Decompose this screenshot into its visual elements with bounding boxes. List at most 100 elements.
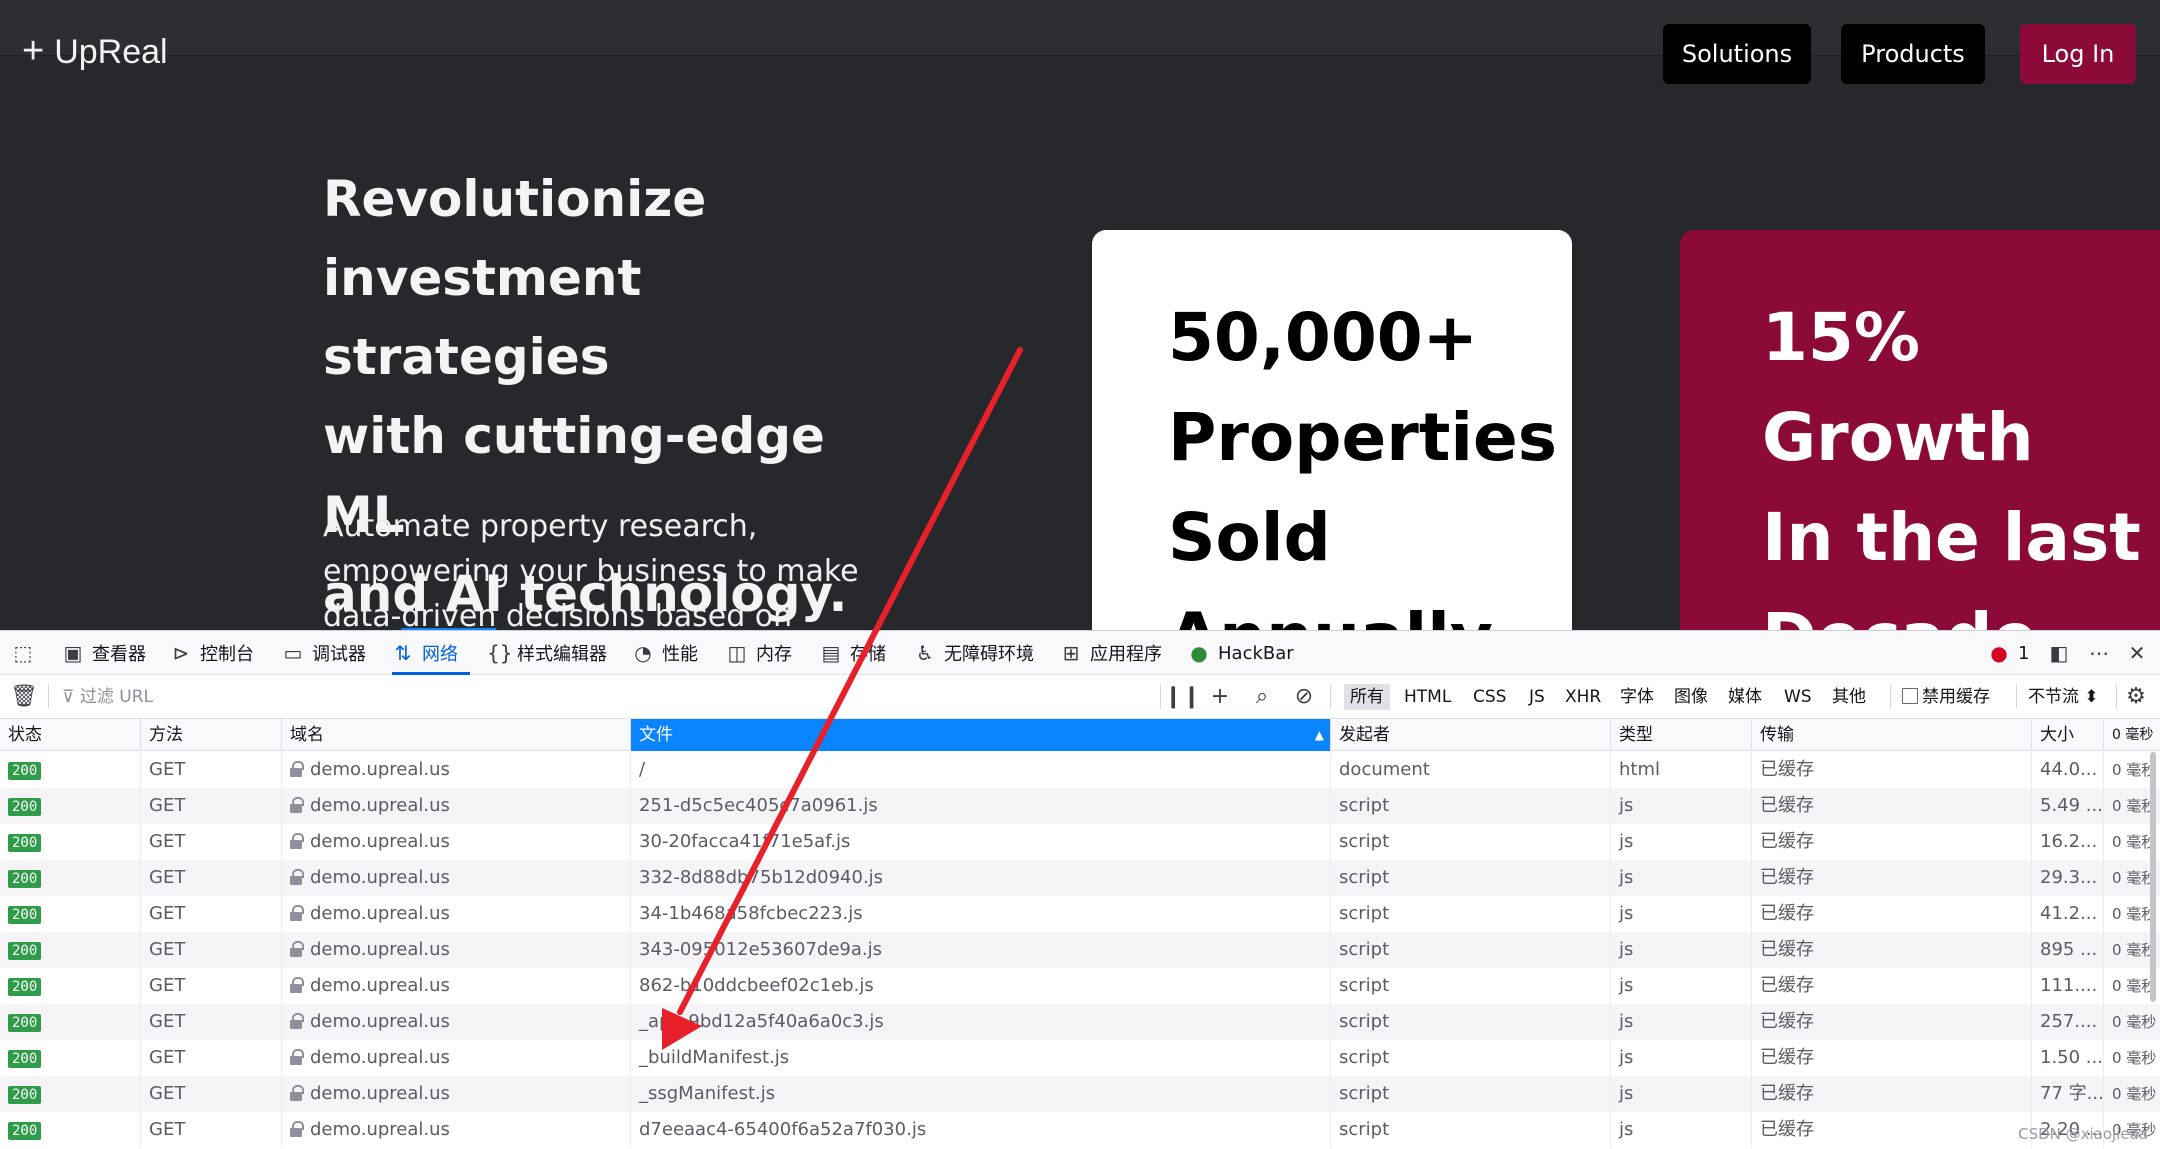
lock-icon: [290, 1121, 304, 1137]
cell-status: 200: [0, 824, 140, 860]
hero-subtitle-word: data-: [323, 599, 402, 630]
solutions-button[interactable]: Solutions: [1663, 24, 1811, 84]
tab-memory[interactable]: ◫ 内存: [726, 639, 792, 667]
cell-transferred: 已缓存: [1751, 896, 2031, 932]
devtools-panel: ⬚ ▣ 查看器 ⊳ 控制台 ▭ 调试器 ⇅ 网络 {} 样式编辑器 ◔ 性能 ◫ 内存 ▤ 存储…: [0, 630, 2160, 1149]
tab-network[interactable]: ⇅ 网络: [392, 639, 458, 667]
table-row[interactable]: 200 GET demo.upreal.us d7eeaac4-65400f6a52a…: [0, 1112, 2160, 1148]
table-row[interactable]: 200 GET demo.upreal.us / document html 已缓存 44.0…: [0, 752, 2160, 788]
cell-method: GET: [140, 1040, 281, 1076]
status-badge: 200: [8, 870, 42, 888]
cell-type: js: [1610, 968, 1751, 1004]
cell-method: GET: [140, 1112, 281, 1148]
stat-label: Sold: [1168, 499, 1331, 576]
tab-hackbar[interactable]: ● HackBar: [1188, 639, 1293, 667]
close-devtools-button[interactable]: ✕: [2126, 639, 2156, 667]
table-row[interactable]: 200 GET demo.upreal.us 30-20facca41f71e5af.…: [0, 824, 2160, 860]
search-button[interactable]: ⌕: [1248, 683, 1276, 711]
hero-title-line: Revolutionize: [323, 170, 707, 228]
table-row[interactable]: 200 GET demo.upreal.us 251-d5c5ec405c7a0961…: [0, 788, 2160, 824]
block-requests-button[interactable]: ⊘: [1290, 683, 1318, 711]
filter-xhr[interactable]: XHR: [1559, 684, 1607, 710]
dock-options-button[interactable]: ◧: [2048, 639, 2078, 667]
column-timing[interactable]: 0 毫秒: [2103, 719, 2160, 751]
throttling-select[interactable]: 不节流 ⬍: [2022, 684, 2105, 710]
filter-js[interactable]: JS: [1523, 684, 1551, 710]
column-method[interactable]: 方法: [140, 719, 281, 751]
filter-html[interactable]: HTML: [1398, 684, 1457, 710]
cell-domain: demo.upreal.us: [281, 1076, 630, 1112]
filter-images[interactable]: 图像: [1668, 684, 1714, 710]
lock-icon: [290, 941, 304, 957]
status-badge: 200: [8, 798, 42, 816]
filter-url-input[interactable]: ⊽ 过滤 URL: [62, 685, 562, 709]
table-row[interactable]: 200 GET demo.upreal.us 862-b10ddcbeef02c1eb…: [0, 968, 2160, 1004]
column-transferred[interactable]: 传输: [1751, 719, 2031, 751]
tab-storage[interactable]: ▤ 存储: [820, 639, 886, 667]
stat-value: 15%: [1762, 299, 1920, 376]
cell-timing: 0 毫秒: [2103, 1040, 2160, 1076]
hero-subtitle-line: Automate property research,: [323, 509, 758, 544]
column-status[interactable]: 状态: [0, 719, 140, 751]
cell-transferred: 已缓存: [1751, 824, 2031, 860]
column-type[interactable]: 类型: [1610, 719, 1751, 751]
cell-type: js: [1610, 788, 1751, 824]
error-count-badge[interactable]: ● 1: [1988, 639, 2029, 667]
add-filter-button[interactable]: +: [1206, 683, 1234, 711]
filter-css[interactable]: CSS: [1467, 684, 1512, 710]
filter-all[interactable]: 所有: [1344, 684, 1390, 710]
filter-media[interactable]: 媒体: [1722, 684, 1768, 710]
lock-icon: [290, 797, 304, 813]
cell-transferred: 已缓存: [1751, 1112, 2031, 1148]
table-scrollbar[interactable]: [2150, 752, 2156, 1002]
more-icon: ⋯: [2089, 641, 2109, 665]
table-row[interactable]: 200 GET demo.upreal.us _app-9bd12a5f40a6a0c…: [0, 1004, 2160, 1040]
table-row[interactable]: 200 GET demo.upreal.us 34-1b468a58fcbec223.…: [0, 896, 2160, 932]
filter-ws[interactable]: WS: [1778, 684, 1818, 710]
cell-size: 257....: [2031, 1004, 2103, 1040]
cell-file: 332-8d88db75b12d0940.js: [630, 860, 1330, 896]
tab-application[interactable]: ⊞ 应用程序: [1060, 639, 1162, 667]
login-button[interactable]: Log In: [2020, 24, 2136, 84]
table-row[interactable]: 200 GET demo.upreal.us _ssgManifest.js scrip…: [0, 1076, 2160, 1112]
column-domain[interactable]: 域名: [281, 719, 630, 751]
tab-performance[interactable]: ◔ 性能: [632, 639, 698, 667]
table-row[interactable]: 200 GET demo.upreal.us _buildManifest.js scr…: [0, 1040, 2160, 1076]
tab-label: 存储: [850, 644, 886, 665]
disable-cache-checkbox[interactable]: 禁用缓存: [1896, 684, 1996, 710]
cell-initiator: script: [1330, 932, 1610, 968]
cell-timing: 0 毫秒: [2103, 1076, 2160, 1112]
element-picker-button[interactable]: ⬚: [12, 639, 42, 667]
settings-button[interactable]: ⚙: [2122, 683, 2150, 711]
tab-inspector[interactable]: ▣ 查看器: [62, 639, 146, 667]
status-badge: 200: [8, 1014, 42, 1032]
column-file[interactable]: 文件 ▲: [630, 719, 1330, 751]
more-options-button[interactable]: ⋯: [2088, 639, 2118, 667]
pause-button[interactable]: ❙❙: [1164, 683, 1201, 711]
cell-status: 200: [0, 1076, 140, 1112]
cell-method: GET: [140, 932, 281, 968]
brand-logo[interactable]: + UpReal: [22, 30, 168, 73]
cell-initiator: script: [1330, 896, 1610, 932]
cell-initiator: script: [1330, 968, 1610, 1004]
column-initiator[interactable]: 发起者: [1330, 719, 1610, 751]
filter-fonts[interactable]: 字体: [1614, 684, 1660, 710]
stat-card-text: 15% Growth In the last Decade: [1762, 288, 2141, 630]
tab-label: 内存: [756, 644, 792, 665]
tab-debugger[interactable]: ▭ 调试器: [282, 639, 366, 667]
cell-initiator: script: [1330, 788, 1610, 824]
cell-initiator: script: [1330, 860, 1610, 896]
table-row[interactable]: 200 GET demo.upreal.us 332-8d88db75b12d0940…: [0, 860, 2160, 896]
tab-label: 应用程序: [1090, 644, 1162, 665]
tab-console[interactable]: ⊳ 控制台: [170, 639, 254, 667]
column-size[interactable]: 大小: [2031, 719, 2103, 751]
tab-style-editor[interactable]: {} 样式编辑器: [487, 639, 607, 667]
table-row[interactable]: 200 GET demo.upreal.us 343-095012e53607de9a…: [0, 932, 2160, 968]
filter-other[interactable]: 其他: [1826, 684, 1872, 710]
separator: [2016, 685, 2017, 709]
checkbox-box: [1902, 688, 1918, 704]
products-button[interactable]: Products: [1841, 24, 1985, 84]
status-badge: 200: [8, 834, 42, 852]
tab-accessibility[interactable]: ♿ 无障碍环境: [914, 639, 1034, 667]
clear-requests-button[interactable]: 🗑: [10, 683, 38, 711]
